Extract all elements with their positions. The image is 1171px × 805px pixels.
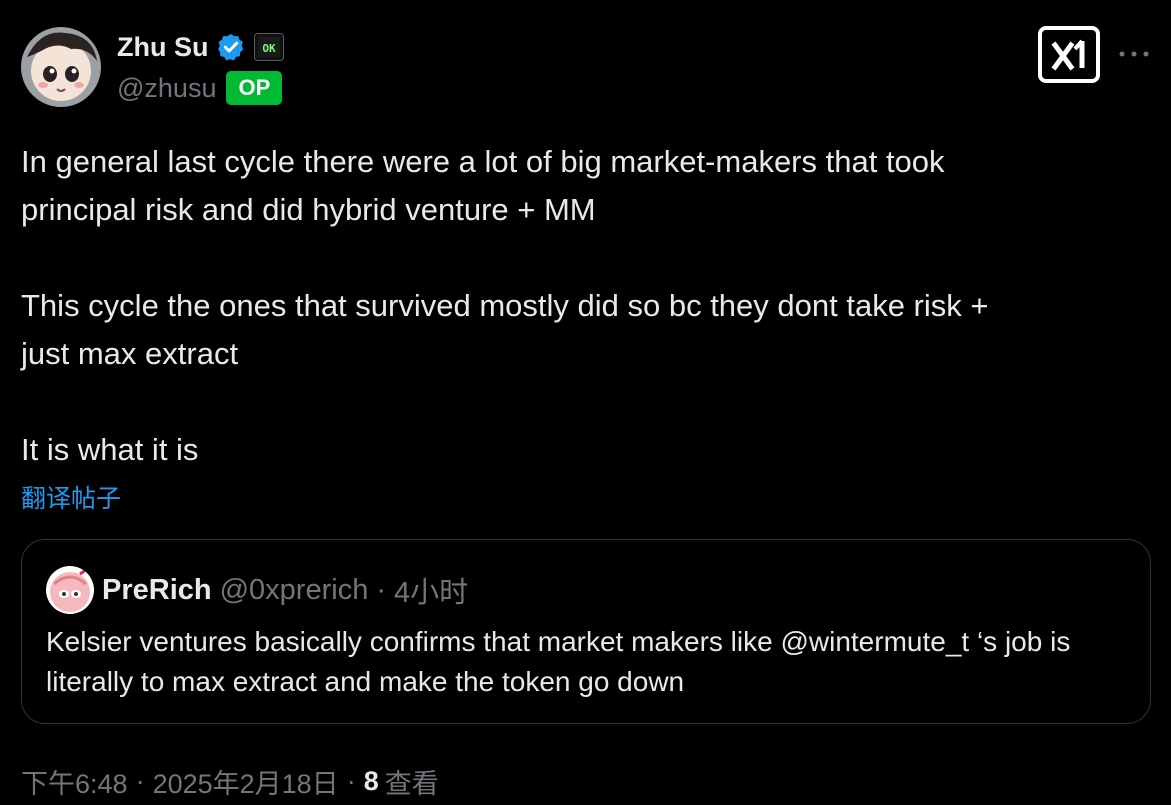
translate-post-link[interactable]: 翻译帖子 (21, 482, 121, 516)
quoted-post-text: Kelsier ventures basically confirms that… (46, 626, 1071, 697)
quoted-post-header: PreRich @0xprerich · 4小时 (46, 566, 468, 614)
more-horizontal-icon (1119, 51, 1149, 57)
separator-dot: · (346, 765, 356, 796)
more-options-button[interactable] (1114, 42, 1154, 66)
quoted-post-time[interactable]: 4小时 (394, 569, 468, 611)
terminal-ok-text: OK (263, 42, 277, 55)
author-avatar[interactable] (21, 27, 101, 107)
post-meta: 下午6:48 · 2025年2月18日 · 8 查看 (21, 761, 439, 801)
separator-dot: · (135, 765, 145, 796)
post-text: In general last cycle there were a lot o… (21, 138, 1151, 474)
author-handle-row: @zhusu OP (117, 70, 283, 106)
views-count: 8 (363, 765, 379, 796)
post-paragraph: It is what it is (21, 432, 199, 467)
quoted-author-name[interactable]: PreRich (102, 574, 212, 607)
quoted-post-card[interactable]: PreRich @0xprerich · 4小时 Kelsier venture… (21, 539, 1151, 724)
op-badge: OP (226, 71, 283, 105)
grok-icon (1038, 26, 1100, 83)
author-name-row: Zhu Su OK (117, 30, 285, 64)
terminal-ok-icon[interactable]: OK (254, 33, 285, 61)
post-paragraph: In general last cycle there were a lot o… (21, 144, 945, 227)
author-display-name[interactable]: Zhu Su (117, 32, 208, 63)
post-date[interactable]: 2025年2月18日 (153, 762, 339, 801)
author-handle[interactable]: @zhusu (117, 73, 216, 104)
separator-dot: · (376, 573, 386, 606)
post-time[interactable]: 下午6:48 (21, 762, 128, 801)
views-label: 查看 (384, 768, 439, 799)
quoted-author-avatar[interactable] (46, 566, 94, 614)
quoted-author-handle[interactable]: @0xprerich (220, 574, 369, 607)
grok-button[interactable] (1038, 26, 1100, 83)
verified-badge-icon[interactable] (216, 32, 246, 62)
post-paragraph: This cycle the ones that survived mostly… (21, 288, 989, 371)
